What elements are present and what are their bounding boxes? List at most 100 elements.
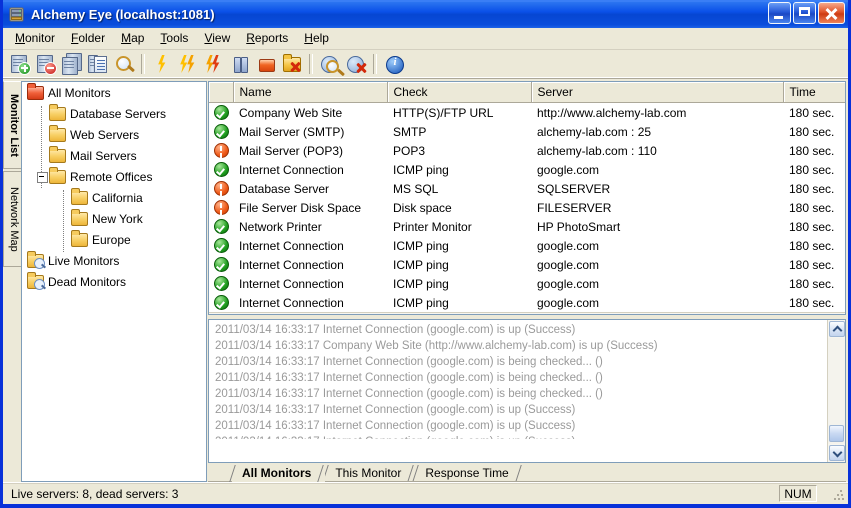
time-cell: 180 sec. — [789, 162, 835, 177]
delete-folder-button[interactable] — [280, 52, 304, 76]
menu-view[interactable]: View — [196, 29, 238, 48]
menu-monitor[interactable]: Monitor — [7, 29, 63, 48]
tree-node-remote-offices[interactable]: Remote Offices — [22, 166, 206, 187]
pause-monitoring-button[interactable] — [228, 52, 252, 76]
menu-reports[interactable]: Reports — [238, 29, 296, 48]
resize-grip[interactable] — [819, 485, 847, 502]
table-row[interactable]: Internet Connection ICMP ping google.com 18… — [209, 274, 845, 293]
tree-node-web-servers[interactable]: Web Servers — [22, 124, 206, 145]
table-row[interactable]: Network Printer Printer Monitor HP PhotoSm… — [209, 217, 845, 236]
menu-help[interactable]: Help — [296, 29, 337, 48]
horizontal-scrollbar[interactable] — [209, 312, 845, 315]
time-cell: 180 sec. — [789, 219, 835, 234]
scroll-down-button[interactable] — [829, 445, 845, 461]
toolbar-separator — [373, 54, 377, 74]
log-line: 2011/03/14 16:33:17 Internet Connection … — [215, 372, 603, 384]
tree-node-database-servers[interactable]: Database Servers — [22, 103, 206, 124]
about-button[interactable] — [382, 52, 406, 76]
column-header-name[interactable]: Name — [233, 82, 388, 103]
tab-response-time[interactable]: Response Time — [415, 465, 523, 482]
menu-map[interactable]: Map — [113, 29, 152, 48]
table-row[interactable]: Database Server MS SQL SQLSERVER 180 sec. — [209, 179, 845, 198]
tree-node-dead-monitors[interactable]: Dead Monitors — [22, 271, 206, 292]
check-cell: SMTP — [393, 124, 427, 139]
tree-node-mail-servers[interactable]: Mail Servers — [22, 145, 206, 166]
tree-node-new-york[interactable]: New York — [22, 208, 206, 229]
stop-monitoring-button[interactable] — [254, 52, 278, 76]
time-cell: 180 sec. — [789, 257, 835, 272]
table-row[interactable]: Internet Connection ICMP ping google.com 18… — [209, 160, 845, 179]
check-stop-button[interactable] — [202, 52, 226, 76]
folder-search-icon — [26, 251, 45, 269]
monitor-tree[interactable]: All Monitors Database Servers Web Server… — [21, 81, 207, 482]
menu-bar: Monitor Folder Map Tools View Reports He… — [3, 28, 848, 50]
table-row[interactable]: Mail Server (SMTP) SMTP alchemy-lab.com : … — [209, 122, 845, 141]
tree-node-europe[interactable]: Europe — [22, 229, 206, 250]
column-header-status[interactable] — [209, 82, 234, 103]
check-now-button[interactable] — [150, 52, 174, 76]
column-header-time[interactable]: Time — [783, 82, 845, 103]
server-cell: http://www.alchemy-lab.com — [537, 105, 687, 120]
monitor-list-panel[interactable]: Name Check Server Time Company Web Site H… — [208, 81, 846, 315]
view-report-button[interactable] — [318, 52, 342, 76]
name-cell: Internet Connection — [239, 295, 344, 310]
table-row[interactable]: Mail Server (POP3) POP3 alchemy-lab.com : … — [209, 141, 845, 160]
time-cell: 180 sec. — [789, 124, 835, 139]
toolbar-separator — [141, 54, 145, 74]
tree-node-live-monitors[interactable]: Live Monitors — [22, 250, 206, 271]
tree-node-all-monitors[interactable]: All Monitors — [22, 82, 206, 103]
find-monitor-button[interactable] — [112, 52, 136, 76]
tab-all-monitors[interactable]: All Monitors — [232, 465, 326, 482]
event-log-panel[interactable]: 2011/03/14 16:33:17 Internet Connection … — [208, 319, 846, 463]
report-settings-button[interactable] — [344, 52, 368, 76]
table-row[interactable]: Internet Connection ICMP ping google.com 18… — [209, 255, 845, 274]
copy-monitor-button[interactable] — [60, 52, 84, 76]
side-tab-strip: Monitor List Network Map — [3, 79, 21, 482]
side-tab-monitor-list[interactable]: Monitor List — [3, 81, 21, 169]
status-down-icon — [213, 180, 229, 196]
status-down-icon — [213, 142, 229, 158]
minimize-button[interactable] — [768, 2, 791, 24]
log-line: 2011/03/14 16:33:17 Internet Connection … — [215, 420, 576, 432]
scroll-left-button[interactable] — [210, 314, 226, 315]
tree-node-label: Remote Offices — [70, 169, 153, 184]
server-cell: google.com — [537, 257, 600, 272]
table-row[interactable]: Internet Connection ICMP ping google.com 18… — [209, 293, 845, 312]
menu-folder[interactable]: Folder — [63, 29, 113, 48]
server-cell: google.com — [537, 162, 600, 177]
toolbar-separator — [309, 54, 313, 74]
vscroll-thumb[interactable] — [829, 425, 844, 442]
scroll-up-button[interactable] — [829, 321, 845, 337]
scroll-right-button[interactable] — [828, 314, 844, 315]
check-all-button[interactable] — [176, 52, 200, 76]
check-cell: Printer Monitor — [393, 219, 472, 234]
collapse-expander-icon[interactable] — [37, 172, 48, 183]
close-button[interactable] — [818, 2, 845, 24]
add-monitor-button[interactable] — [8, 52, 32, 76]
table-row[interactable]: Internet Connection ICMP ping google.com 18… — [209, 236, 845, 255]
table-row[interactable]: Company Web Site HTTP(S)/FTP URL http://ww… — [209, 103, 845, 123]
server-cell: SQLSERVER — [537, 181, 611, 196]
hscroll-thumb[interactable] — [227, 314, 587, 315]
table-row[interactable]: File Server Disk Space Disk space FILESERV… — [209, 198, 845, 217]
folder-icon — [48, 167, 66, 184]
vertical-scrollbar[interactable] — [827, 320, 845, 462]
column-header-check[interactable]: Check — [387, 82, 532, 103]
hscroll-track[interactable] — [227, 314, 827, 315]
server-cell: google.com — [537, 295, 600, 310]
title-bar[interactable]: Alchemy Eye (localhost:1081) — [3, 0, 848, 28]
side-tab-network-map[interactable]: Network Map — [3, 171, 21, 267]
column-header-server[interactable]: Server — [531, 82, 784, 103]
monitor-properties-button[interactable] — [86, 52, 110, 76]
maximize-button[interactable] — [793, 2, 816, 24]
delete-monitor-button[interactable] — [34, 52, 58, 76]
right-column: Name Check Server Time Company Web Site H… — [208, 81, 846, 482]
status-cell — [209, 236, 233, 255]
tab-this-monitor[interactable]: This Monitor — [325, 465, 416, 482]
log-tab-strip: All Monitors This Monitor Response Time — [208, 463, 846, 482]
menu-tools[interactable]: Tools — [152, 29, 196, 48]
tree-node-california[interactable]: California — [22, 187, 206, 208]
vscroll-track[interactable] — [828, 338, 845, 444]
status-cell — [209, 293, 233, 312]
server-cell: HP PhotoSmart — [537, 219, 621, 234]
